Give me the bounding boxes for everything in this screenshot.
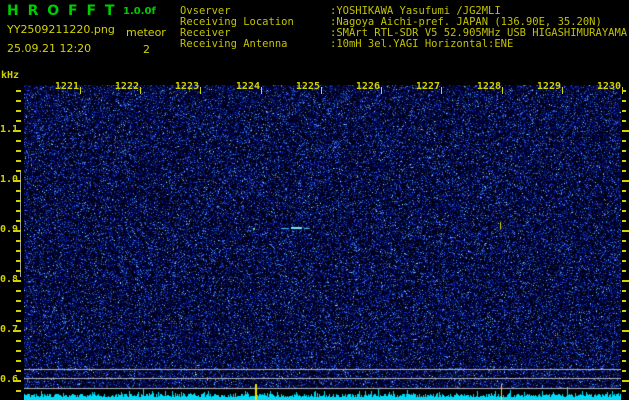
freq-minor-tick-right bbox=[622, 140, 626, 142]
time-tick-label: 1225 bbox=[295, 81, 320, 92]
freq-minor-tick-right bbox=[622, 350, 626, 352]
freq-minor-tick-left bbox=[16, 210, 21, 212]
freq-minor-tick-left bbox=[16, 340, 21, 342]
freq-minor-tick-left bbox=[16, 270, 21, 272]
meteor-count: 2 bbox=[143, 43, 150, 56]
freq-minor-tick-right bbox=[622, 340, 626, 342]
freq-minor-tick-left bbox=[16, 310, 21, 312]
freq-minor-tick-right bbox=[622, 100, 626, 102]
time-tick-label: 1229 bbox=[536, 81, 561, 92]
freq-minor-tick-left bbox=[16, 110, 21, 112]
freq-minor-tick-right bbox=[622, 150, 626, 152]
freq-minor-tick-right bbox=[622, 270, 626, 272]
freq-minor-tick-right bbox=[622, 260, 626, 262]
freq-minor-tick-right bbox=[622, 240, 626, 242]
freq-minor-tick-left bbox=[16, 240, 21, 242]
freq-minor-tick-left bbox=[16, 160, 21, 162]
freq-minor-tick-right bbox=[622, 310, 626, 312]
freq-major-tick-right bbox=[622, 280, 629, 282]
freq-minor-tick-right bbox=[622, 370, 626, 372]
time-tick bbox=[381, 87, 382, 94]
freq-minor-tick-left bbox=[16, 150, 21, 152]
freq-minor-tick-right bbox=[622, 300, 626, 302]
freq-minor-tick-right bbox=[622, 170, 626, 172]
hrofft-screen: H R O F F T 1.0.0f YY2509211220.png mete… bbox=[0, 0, 629, 400]
freq-minor-tick-left bbox=[16, 370, 21, 372]
freq-minor-tick-left bbox=[16, 260, 21, 262]
app-title: H R O F F T bbox=[7, 3, 117, 19]
time-tick bbox=[261, 87, 262, 94]
freq-minor-tick-right bbox=[622, 110, 626, 112]
freq-tick-label: 1.1 bbox=[0, 124, 19, 135]
freq-minor-tick-left bbox=[16, 200, 21, 202]
freq-major-tick-right bbox=[622, 180, 629, 182]
time-tick-label: 1222 bbox=[114, 81, 139, 92]
time-tick bbox=[502, 87, 503, 94]
info-antenna-label: Receiving Antenna bbox=[180, 38, 288, 50]
freq-major-tick-right bbox=[622, 130, 629, 132]
freq-minor-tick-left bbox=[16, 250, 21, 252]
freq-major-tick-right bbox=[622, 380, 629, 382]
freq-minor-tick-right bbox=[622, 360, 626, 362]
time-tick bbox=[562, 87, 563, 94]
freq-minor-tick-right bbox=[622, 320, 626, 322]
info-antenna-value: :10mH 3el.YAGI Horizontal:ENE bbox=[330, 38, 514, 50]
freq-minor-tick-left bbox=[16, 220, 21, 222]
output-filename: YY2509211220.png bbox=[7, 23, 115, 36]
freq-minor-tick-left bbox=[16, 170, 21, 172]
time-tick-label: 1227 bbox=[415, 81, 440, 92]
freq-minor-tick-right bbox=[622, 160, 626, 162]
time-tick bbox=[140, 87, 141, 94]
freq-minor-tick-right bbox=[622, 250, 626, 252]
y-axis-unit-label: kHz bbox=[1, 70, 20, 81]
freq-minor-tick-left bbox=[16, 120, 21, 122]
time-tick-label: 1223 bbox=[174, 81, 199, 92]
freq-major-tick-right bbox=[622, 330, 629, 332]
time-tick bbox=[622, 87, 623, 94]
freq-minor-tick-left bbox=[16, 390, 21, 392]
freq-minor-tick-right bbox=[622, 190, 626, 192]
time-tick-label: 1221 bbox=[54, 81, 79, 92]
freq-minor-tick-left bbox=[16, 190, 21, 192]
freq-tick-label: 0.8 bbox=[0, 274, 19, 285]
time-tick-label: 1228 bbox=[476, 81, 501, 92]
freq-major-tick-right bbox=[622, 230, 629, 232]
freq-tick-label: 0.9 bbox=[0, 224, 19, 235]
time-tick bbox=[200, 87, 201, 94]
freq-minor-tick-right bbox=[622, 390, 626, 392]
mode-label: meteor bbox=[126, 26, 166, 39]
freq-minor-tick-left bbox=[16, 90, 21, 92]
date-time: 25.09.21 12:20 bbox=[7, 42, 92, 55]
freq-tick-label: 1.0 bbox=[0, 174, 19, 185]
freq-tick-label: 0.6 bbox=[0, 374, 19, 385]
freq-tick-label: 0.7 bbox=[0, 324, 19, 335]
freq-minor-tick-right bbox=[622, 200, 626, 202]
time-tick bbox=[441, 87, 442, 94]
freq-minor-tick-left bbox=[16, 300, 21, 302]
spectrogram-canvas bbox=[24, 85, 621, 400]
app-version: 1.0.0f bbox=[123, 6, 156, 17]
freq-minor-tick-right bbox=[622, 290, 626, 292]
time-tick-label: 1226 bbox=[355, 81, 380, 92]
freq-minor-tick-left bbox=[16, 100, 21, 102]
time-tick bbox=[80, 87, 81, 94]
time-tick bbox=[321, 87, 322, 94]
time-tick-label: 1224 bbox=[235, 81, 260, 92]
freq-minor-tick-left bbox=[16, 140, 21, 142]
freq-minor-tick-left bbox=[16, 350, 21, 352]
freq-minor-tick-left bbox=[16, 320, 21, 322]
freq-minor-tick-right bbox=[622, 120, 626, 122]
freq-minor-tick-left bbox=[16, 290, 21, 292]
freq-minor-tick-right bbox=[622, 210, 626, 212]
freq-minor-tick-left bbox=[16, 360, 21, 362]
time-tick-label: 1230 bbox=[596, 81, 621, 92]
freq-minor-tick-right bbox=[622, 220, 626, 222]
